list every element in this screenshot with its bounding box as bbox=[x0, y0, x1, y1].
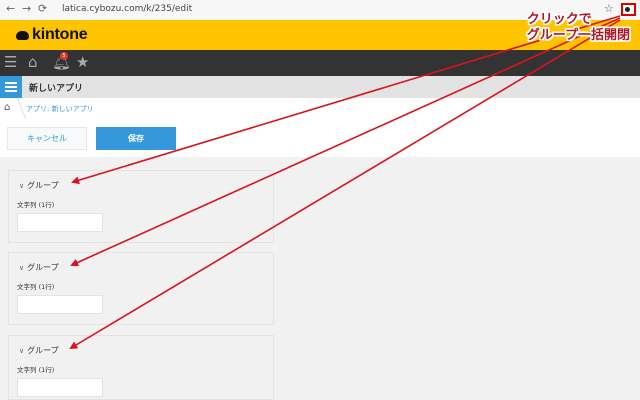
group-field: ∨ グループ 文字列 (1行) bbox=[8, 335, 274, 400]
annotation-line-1: クリックで bbox=[526, 12, 592, 27]
group-label: グループ bbox=[27, 181, 59, 190]
app-title-bar: 新しいアプリ bbox=[0, 76, 640, 99]
text-field-input[interactable] bbox=[17, 378, 103, 397]
app-list-icon[interactable] bbox=[0, 76, 22, 98]
forward-icon[interactable]: → bbox=[22, 2, 31, 15]
reload-icon[interactable]: ⟳ bbox=[38, 2, 47, 15]
group-label: グループ bbox=[27, 263, 59, 272]
logo-text: kintone bbox=[32, 26, 88, 43]
annotation-line-2: グループ一括開閉 bbox=[526, 28, 630, 43]
text-field-input[interactable] bbox=[17, 295, 103, 314]
group-label: グループ bbox=[27, 346, 59, 355]
notification-badge: 5 bbox=[60, 52, 68, 60]
cancel-button[interactable]: キャンセル bbox=[7, 127, 87, 150]
global-nav-bar: ☰ ⌂ 🔔︎ 5 ★ bbox=[0, 50, 640, 76]
logo-mark-icon bbox=[16, 30, 29, 40]
chevron-down-icon: ∨ bbox=[19, 263, 25, 272]
home-icon[interactable]: ⌂ bbox=[28, 54, 38, 70]
address-bar[interactable]: latica.cybozu.com/k/235/edit bbox=[62, 4, 192, 14]
text-field-label: 文字列 (1行) bbox=[17, 201, 55, 209]
annotation-callout: クリックで グループ一括開閉 bbox=[527, 12, 630, 44]
group-field: ∨ グループ 文字列 (1行) bbox=[8, 252, 274, 325]
text-field-label: 文字列 (1行) bbox=[17, 366, 55, 374]
back-icon[interactable]: ← bbox=[6, 2, 15, 15]
chevron-down-icon: ∨ bbox=[19, 181, 25, 190]
menu-icon[interactable]: ☰ bbox=[4, 54, 17, 70]
action-bar: キャンセル 保存 bbox=[0, 119, 640, 157]
chevron-down-icon: ∨ bbox=[19, 346, 25, 355]
breadcrumb-app-link[interactable]: アプリ: 新しいアプリ bbox=[26, 104, 94, 114]
text-field-label: 文字列 (1行) bbox=[17, 283, 55, 291]
kintone-logo[interactable]: kintone bbox=[16, 26, 88, 44]
breadcrumb-home-icon[interactable]: ⌂ bbox=[4, 102, 10, 113]
page-title: 新しいアプリ bbox=[29, 84, 84, 94]
group-header[interactable]: ∨ グループ bbox=[19, 180, 59, 191]
text-field-input[interactable] bbox=[17, 213, 103, 232]
group-header[interactable]: ∨ グループ bbox=[19, 345, 59, 356]
breadcrumb-separator bbox=[8, 98, 27, 119]
star-icon[interactable]: ★ bbox=[76, 54, 89, 70]
save-button[interactable]: 保存 bbox=[96, 127, 176, 150]
group-field: ∨ グループ 文字列 (1行) bbox=[8, 170, 274, 243]
group-header[interactable]: ∨ グループ bbox=[19, 262, 59, 273]
breadcrumb: ⌂ アプリ: 新しいアプリ bbox=[0, 98, 640, 120]
